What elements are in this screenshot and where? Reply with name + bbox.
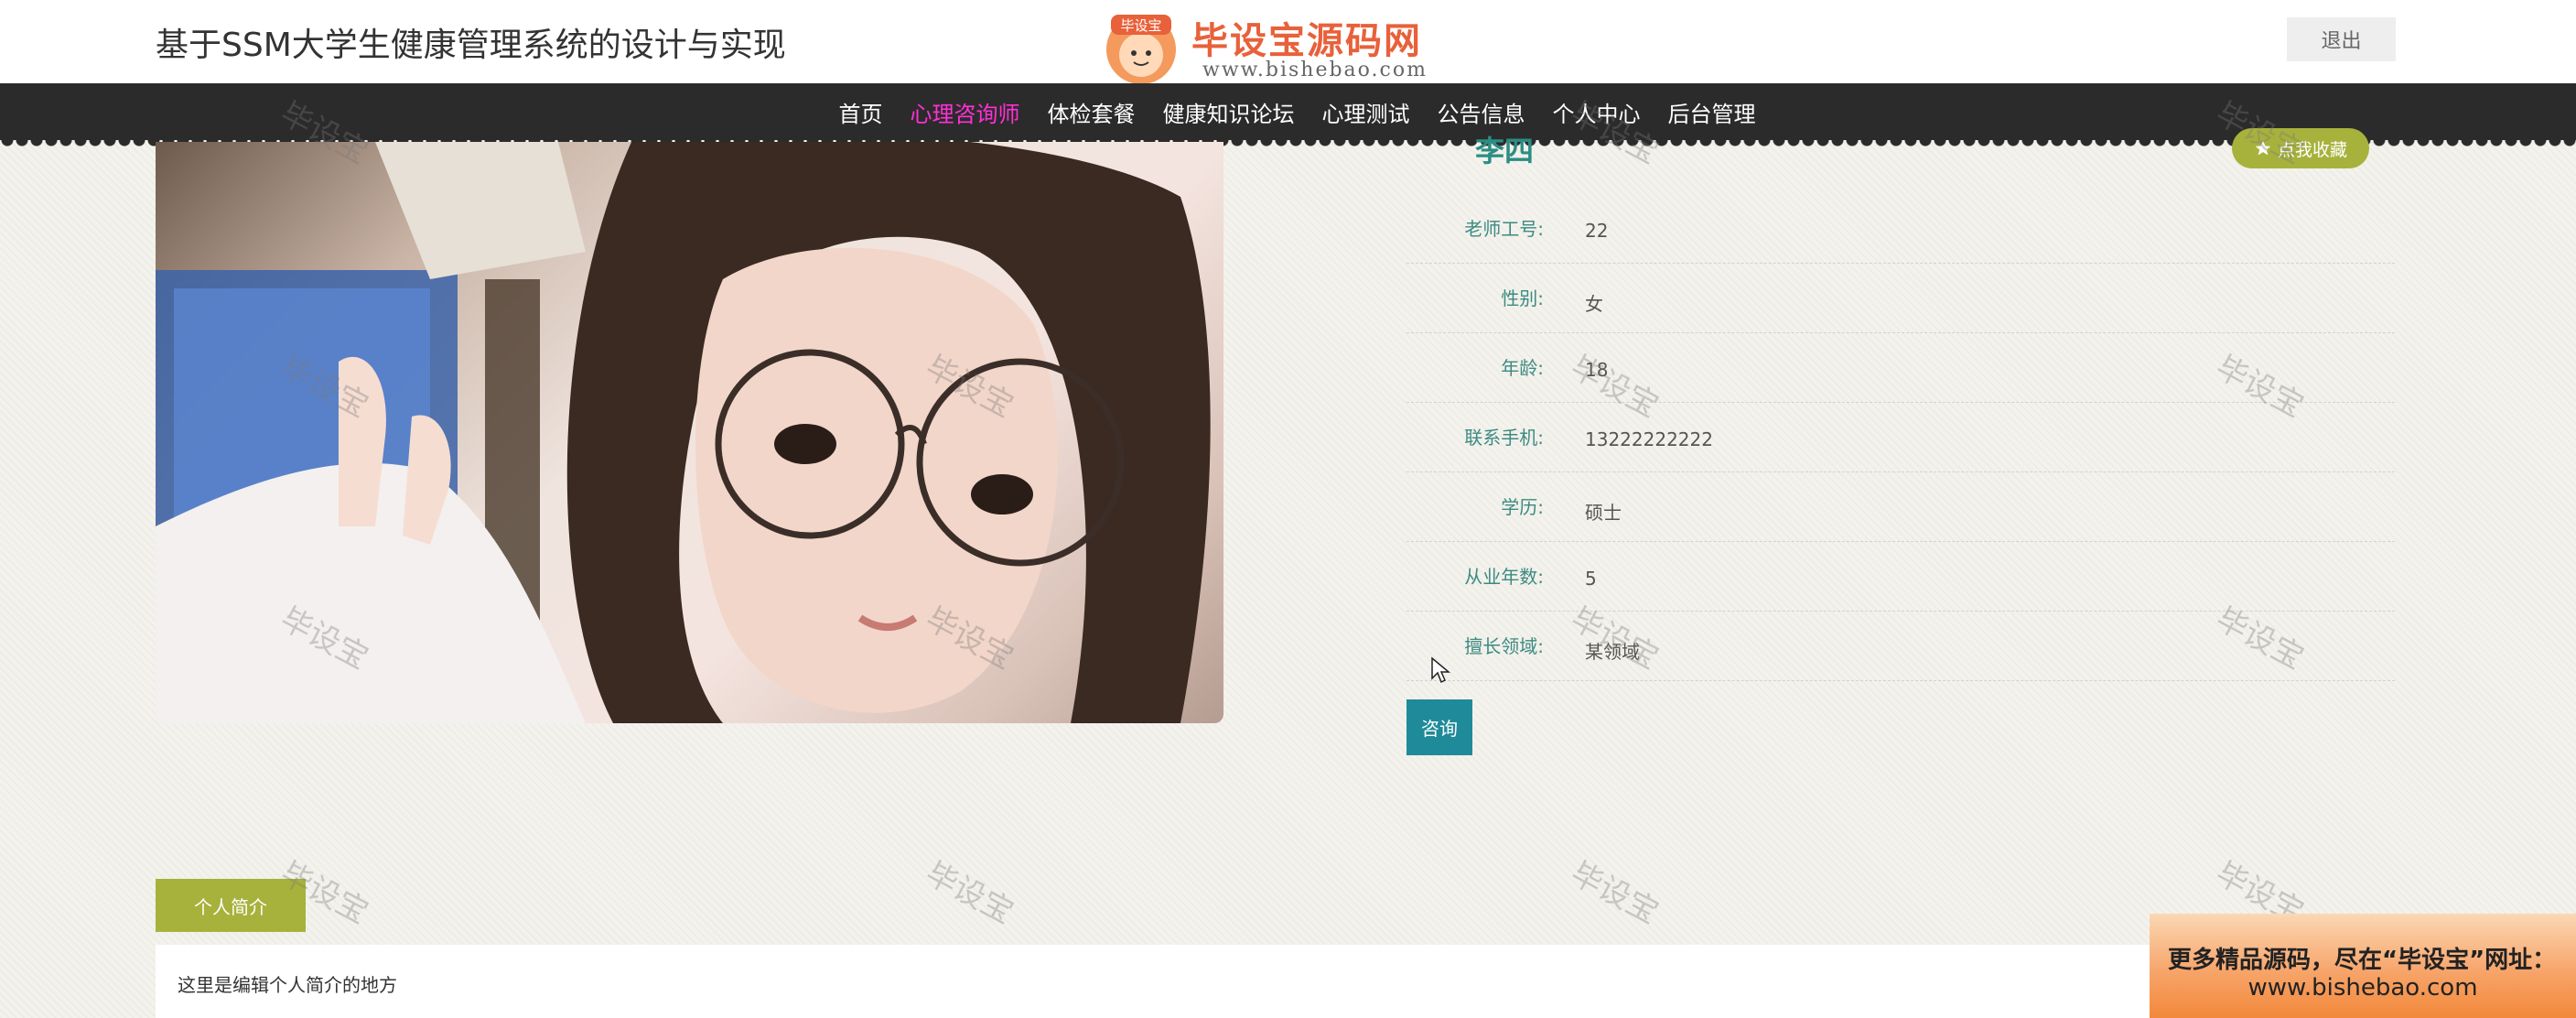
- promo-url: www.bishebao.com: [2247, 974, 2478, 1002]
- logo-text: 毕设宝源码网: [1191, 20, 1422, 62]
- nav-list: 首页 心理咨询师 体检套餐 健康知识论坛 心理测试 公告信息 个人中心 后台管理: [0, 83, 2576, 140]
- nav-item[interactable]: 后台管理: [1668, 96, 1756, 128]
- detail-value: 22: [1585, 220, 1609, 242]
- detail-row: 学历: 硕士: [1407, 472, 2395, 542]
- detail-label: 从业年数:: [1464, 566, 1544, 588]
- detail-row: 擅长领域: 某领域: [1407, 612, 2395, 681]
- nav-item[interactable]: 个人中心: [1553, 96, 1641, 128]
- detail-row: 性别: 女: [1407, 264, 2395, 333]
- nav-item[interactable]: 健康知识论坛: [1163, 96, 1295, 128]
- detail-value: 13222222222: [1585, 428, 1713, 450]
- detail-value: 女: [1585, 293, 1603, 315]
- intro-panel: 这里是编辑个人简介的地方: [156, 945, 2394, 1018]
- detail-table: 老师工号: 22 性别: 女年龄: 18 联系手机: 13222222222 学历: 硕士从业年…: [1407, 194, 2395, 681]
- nav-item[interactable]: 心理咨询师: [911, 96, 1020, 128]
- favorite-button[interactable]: 点我收藏: [2232, 128, 2369, 168]
- top-header: 基于SSM大学生健康管理系统的设计与实现 毕设宝 毕设宝源码网 www.bish…: [0, 0, 2576, 92]
- nav-item[interactable]: 首页: [839, 96, 883, 128]
- site-logo[interactable]: 毕设宝 毕设宝源码网 www.bishebao.com: [1085, 4, 1446, 92]
- favorite-label: 点我收藏: [2277, 139, 2347, 160]
- detail-row: 联系手机: 13222222222: [1407, 403, 2395, 472]
- nav-item[interactable]: 体检套餐: [1048, 96, 1136, 128]
- nav-item[interactable]: 心理测试: [1322, 96, 1410, 128]
- detail-value: 某领域: [1585, 641, 1640, 663]
- detail-label: 联系手机:: [1464, 427, 1544, 449]
- detail-label: 擅长领域:: [1464, 635, 1544, 657]
- logo-url: www.bishebao.com: [1202, 59, 1428, 81]
- detail-label: 性别:: [1501, 287, 1544, 309]
- mouse-pointer-icon: [1431, 656, 1450, 684]
- portrait-illustration: [156, 142, 1211, 723]
- promo-text: 更多精品源码，尽在“毕设宝”网址：: [2168, 947, 2557, 974]
- logo-badge-text: 毕设宝: [1120, 17, 1161, 34]
- counselor-photo: [156, 142, 1223, 723]
- detail-value: 硕士: [1585, 502, 1622, 524]
- detail-row: 从业年数: 5: [1407, 542, 2395, 612]
- detail-label: 学历:: [1501, 496, 1544, 518]
- detail-row: 老师工号: 22: [1407, 194, 2395, 264]
- star-icon: [2255, 140, 2271, 156]
- watermark-text: 毕设宝: [919, 854, 1019, 932]
- detail-label: 老师工号:: [1464, 218, 1544, 240]
- logo-badge-icon: 毕设宝: [1106, 15, 1176, 84]
- consult-button[interactable]: 咨询: [1407, 699, 1472, 755]
- detail-row: 年龄: 18: [1407, 333, 2395, 403]
- counselor-name: 李四: [1475, 134, 1535, 168]
- logout-button[interactable]: 退出: [2287, 17, 2396, 61]
- tab-personal-intro[interactable]: 个人简介: [156, 879, 306, 932]
- nav-item[interactable]: 公告信息: [1438, 96, 1525, 128]
- detail-label: 年龄:: [1501, 357, 1544, 379]
- promo-banner[interactable]: 更多精品源码，尽在“毕设宝”网址： www.bishebao.com: [2150, 914, 2576, 1018]
- detail-value: 18: [1585, 359, 1609, 381]
- intro-text: 这里是编辑个人简介的地方: [178, 974, 397, 996]
- watermark-text: 毕设宝: [1564, 854, 1665, 932]
- main-nav: 首页 心理咨询师 体检套餐 健康知识论坛 心理测试 公告信息 个人中心 后台管理: [0, 83, 2576, 147]
- site-title: 基于SSM大学生健康管理系统的设计与实现: [156, 27, 786, 64]
- detail-value: 5: [1585, 568, 1597, 590]
